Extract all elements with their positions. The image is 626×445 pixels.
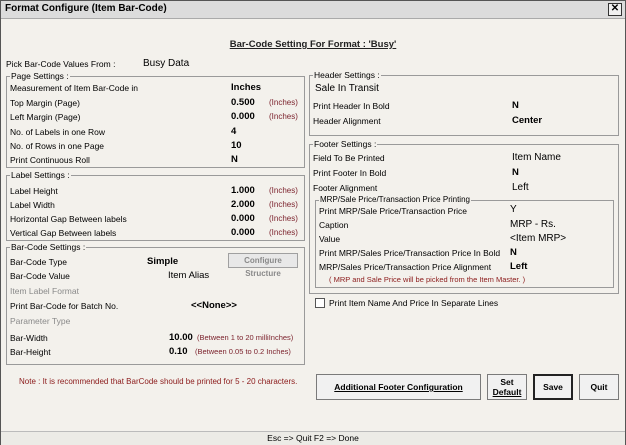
print-mrp-value[interactable]: Y — [510, 204, 517, 215]
pick-values-value[interactable]: Busy Data — [143, 58, 189, 69]
labels-in-row-value[interactable]: 4 — [231, 126, 236, 137]
vertical-gap-unit: (Inches) — [269, 228, 298, 237]
mrp-alignment-label: MRP/Sales Price/Transaction Price Alignm… — [319, 262, 492, 272]
barcode-type-value[interactable]: Simple — [147, 256, 178, 267]
header-bold-label: Print Header In Bold — [313, 101, 390, 111]
batch-barcode-label: Print Bar-Code for Batch No. — [10, 301, 119, 311]
header-alignment-value[interactable]: Center — [512, 115, 542, 126]
set-default-button[interactable]: Set Default — [487, 374, 527, 400]
caption-label: Caption — [319, 220, 349, 230]
left-margin-value[interactable]: 0.000 — [231, 111, 255, 122]
barcode-settings-label: Bar-Code Settings : — [10, 242, 87, 252]
top-margin-label: Top Margin (Page) — [10, 98, 80, 108]
bar-width-value[interactable]: 10.00 — [169, 332, 193, 343]
top-margin-unit: (Inches) — [269, 98, 298, 107]
footer-alignment-label: Footer Alignment — [313, 183, 378, 193]
top-margin-value[interactable]: 0.500 — [231, 97, 255, 108]
horizontal-gap-unit: (Inches) — [269, 214, 298, 223]
mrp-settings-label: MRP/Sale Price/Transaction Price Printin… — [319, 195, 471, 204]
window-title: Format Configure (Item Bar-Code) — [5, 3, 167, 14]
header-alignment-label: Header Alignment — [313, 116, 381, 126]
label-width-label: Label Width — [10, 200, 55, 210]
separate-lines-checkbox[interactable] — [315, 298, 325, 308]
measurement-value[interactable]: Inches — [231, 82, 261, 93]
print-mrp-label: Print MRP/Sale Price/Transaction Price — [319, 206, 468, 216]
footer-field-label: Field To Be Printed — [313, 153, 385, 163]
configure-structure-button[interactable]: Configure Structure — [228, 253, 298, 278]
labels-in-row-label: No. of Labels in one Row — [10, 127, 105, 137]
separate-lines-label: Print Item Name And Price In Separate Li… — [329, 298, 499, 308]
item-label-format-label: Item Label Format — [10, 286, 79, 296]
status-bar: Esc => Quit F2 => Done — [1, 431, 625, 445]
label-width-value[interactable]: 2.000 — [231, 199, 255, 210]
bar-height-value[interactable]: 0.10 — [169, 346, 188, 357]
set-default-line-2: Default — [492, 387, 522, 397]
vertical-gap-value[interactable]: 0.000 — [231, 227, 255, 238]
footer-field-value[interactable]: Item Name — [512, 152, 561, 163]
horizontal-gap-label: Horizontal Gap Between labels — [10, 214, 127, 224]
barcode-value-label: Bar-Code Value — [10, 271, 70, 281]
caption-value[interactable]: MRP - Rs. — [510, 219, 556, 230]
footer-bold-label: Print Footer In Bold — [313, 168, 387, 178]
barcode-note: Note : It is recommended that BarCode sh… — [19, 377, 298, 386]
left-margin-label: Left Margin (Page) — [10, 112, 81, 122]
set-default-line-1: Set — [500, 377, 514, 387]
left-margin-unit: (Inches) — [269, 112, 298, 121]
header-settings-label: Header Settings : — [313, 70, 381, 80]
continuous-roll-label: Print Continuous Roll — [10, 155, 90, 165]
mrp-note: ( MRP and Sale Price will be picked from… — [329, 275, 526, 284]
parameter-type-label: Parameter Type — [10, 316, 71, 326]
mrp-bold-value[interactable]: N — [510, 247, 517, 258]
mrp-bold-label: Print MRP/Sales Price/Transaction Price … — [319, 248, 501, 258]
bar-width-note: (Between 1 to 20 milliInches) — [197, 333, 294, 342]
additional-footer-button[interactable]: Additional Footer Configuration — [316, 374, 481, 400]
mrp-value-label: Value — [319, 234, 341, 244]
bar-height-note: (Between 0.05 to 0.2 Inches) — [195, 347, 291, 356]
mrp-alignment-value[interactable]: Left — [510, 261, 527, 272]
vertical-gap-label: Vertical Gap Between labels — [10, 228, 117, 238]
title-bar: Format Configure (Item Bar-Code) ✕ — [1, 1, 625, 19]
label-settings-label: Label Settings : — [10, 170, 71, 180]
pick-values-label: Pick Bar-Code Values From : — [6, 59, 116, 69]
header-text-value[interactable]: Sale In Transit — [315, 83, 379, 94]
rows-in-page-value[interactable]: 10 — [231, 140, 242, 151]
quit-button[interactable]: Quit — [579, 374, 619, 400]
bar-width-label: Bar-Width — [10, 333, 48, 343]
format-configure-window: Format Configure (Item Bar-Code) ✕ Bar-C… — [0, 0, 626, 445]
batch-barcode-value[interactable]: <<None>> — [191, 300, 237, 311]
label-height-unit: (Inches) — [269, 186, 298, 195]
header-bold-value[interactable]: N — [512, 100, 519, 111]
save-button[interactable]: Save — [533, 374, 573, 400]
close-icon[interactable]: ✕ — [608, 3, 622, 16]
barcode-type-label: Bar-Code Type — [10, 257, 68, 267]
label-height-value[interactable]: 1.000 — [231, 185, 255, 196]
footer-bold-value[interactable]: N — [512, 167, 519, 178]
continuous-roll-value[interactable]: N — [231, 154, 238, 165]
label-width-unit: (Inches) — [269, 200, 298, 209]
page-settings-label: Page Settings : — [10, 71, 70, 81]
mrp-value-value[interactable]: <Item MRP> — [510, 233, 566, 244]
rows-in-page-label: No. of Rows in one Page — [10, 141, 105, 151]
barcode-value-value[interactable]: Item Alias — [168, 270, 209, 281]
horizontal-gap-value[interactable]: 0.000 — [231, 213, 255, 224]
bar-height-label: Bar-Height — [10, 347, 51, 357]
measurement-label: Measurement of Item Bar-Code in — [10, 83, 139, 93]
label-height-label: Label Height — [10, 186, 58, 196]
footer-alignment-value[interactable]: Left — [512, 182, 529, 193]
footer-settings-label: Footer Settings : — [313, 139, 378, 149]
page-heading: Bar-Code Setting For Format : 'Busy' — [229, 39, 397, 50]
